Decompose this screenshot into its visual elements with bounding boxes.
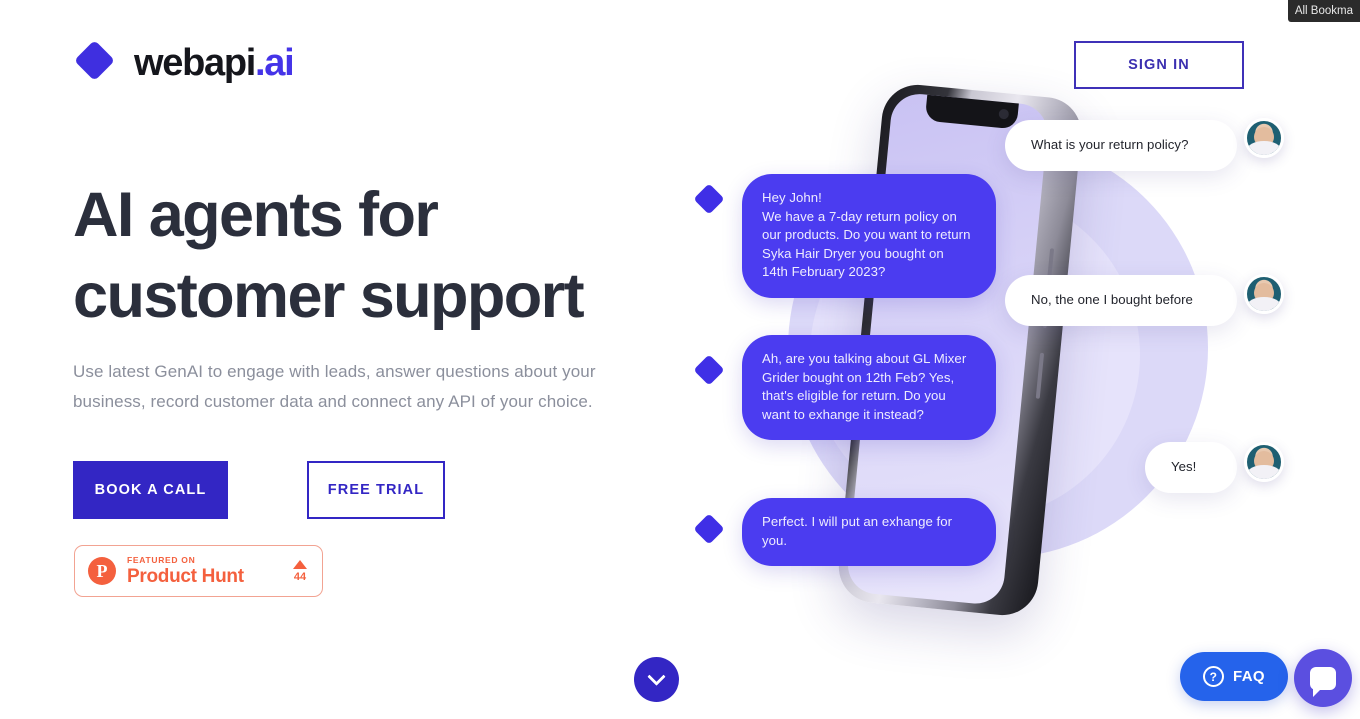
avatar (1244, 442, 1284, 482)
scroll-down-button[interactable] (634, 657, 679, 702)
product-hunt-badge[interactable]: P FEATURED ON Product Hunt 44 (74, 545, 323, 597)
chat-bubble-icon (1310, 666, 1336, 697)
diamond-decoration-2 (684, 345, 734, 395)
site-logo[interactable]: webapi.ai (73, 36, 295, 95)
faq-button[interactable]: ? FAQ (1179, 652, 1288, 701)
upvote-arrow-icon (293, 559, 307, 569)
logo-name: webapi (134, 41, 256, 84)
chat-bubble-user-2: No, the one I bought before (1005, 275, 1237, 326)
product-hunt-icon: P (88, 557, 116, 585)
question-mark-icon: ? (1202, 666, 1224, 687)
browser-bookmarks-tooltip: All Bookma (1287, 0, 1360, 22)
chat-bubble-bot-3: Perfect. I will put an exhange for you. (742, 498, 996, 566)
chat-bubble-user-3: Yes! (1145, 442, 1237, 493)
diamond-logo-icon (73, 36, 117, 95)
chat-bubble-user-1: What is your return policy? (1005, 120, 1237, 171)
faq-label: FAQ (1232, 668, 1265, 685)
hero-subheading: Use latest GenAI to engage with leads, a… (73, 362, 596, 411)
page-title: AI agents for customer support (73, 175, 693, 337)
logo-wordmark: webapi.ai (134, 41, 295, 85)
free-trial-button[interactable]: FREE TRIAL (307, 461, 445, 519)
chat-widget-button[interactable] (1294, 649, 1352, 707)
chat-bubble-bot-2: Ah, are you talking about GL Mixer Gride… (742, 335, 996, 440)
product-hunt-text: FEATURED ON Product Hunt (127, 555, 293, 588)
landing-page: All Bookma webapi.ai SIGN IN AI agents f… (0, 0, 1360, 719)
product-hunt-upvote-count: 44 (293, 570, 307, 583)
cta-button-row: BOOK A CALL FREE TRIAL (73, 461, 445, 519)
product-hunt-featured-label: FEATURED ON (127, 554, 196, 565)
diamond-decoration-3 (684, 504, 734, 554)
avatar (1244, 118, 1284, 158)
hero-illustration: What is your return policy? Hey John! We… (660, 70, 1320, 619)
chat-bubble-bot-1: Hey John! We have a 7-day return policy … (742, 174, 996, 298)
headline-line-1: AI agents for (73, 180, 439, 250)
product-hunt-upvote: 44 (293, 559, 307, 583)
product-hunt-name: Product Hunt (127, 565, 244, 587)
avatar (1244, 274, 1284, 314)
headline-line-2: customer support (73, 261, 585, 331)
logo-suffix: .ai (255, 41, 295, 84)
book-a-call-button[interactable]: BOOK A CALL (73, 461, 228, 519)
diamond-decoration-1 (684, 174, 734, 224)
chevron-down-icon (647, 667, 666, 686)
